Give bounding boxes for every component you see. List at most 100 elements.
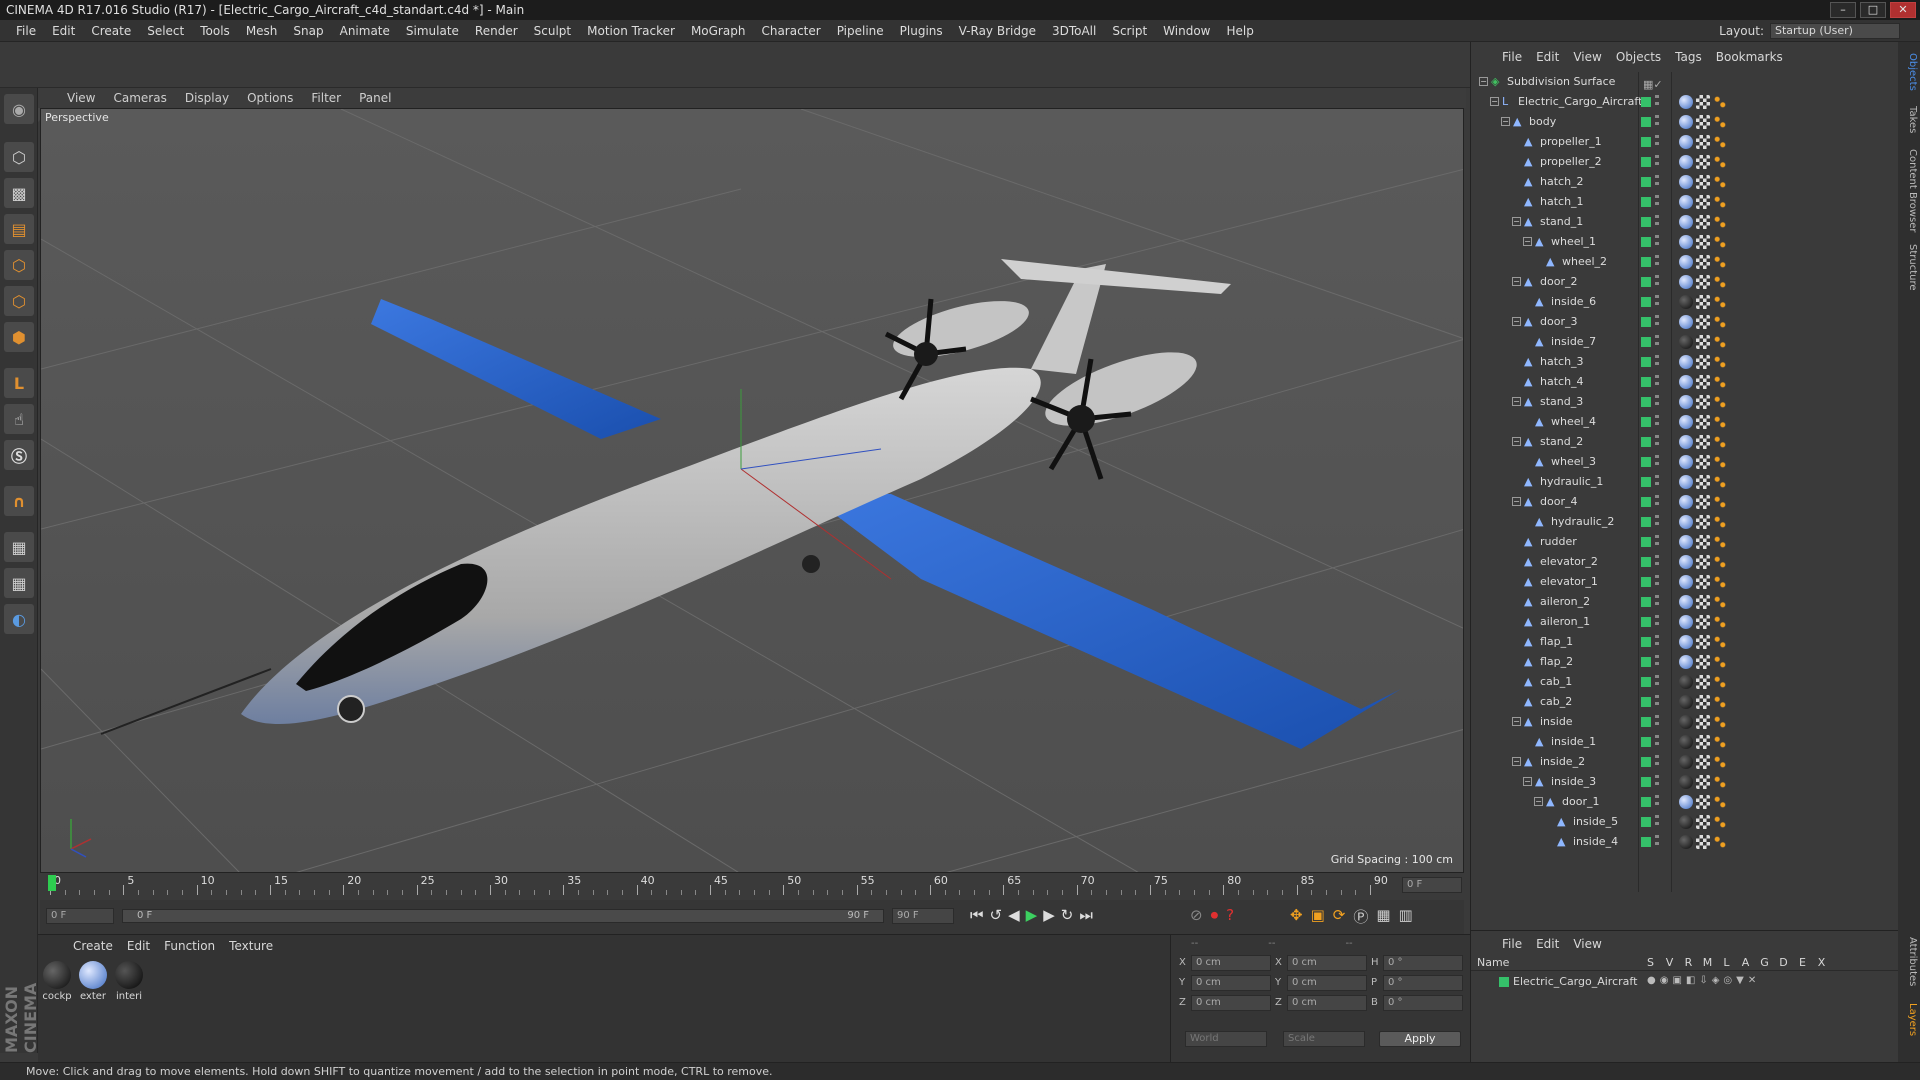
material-tag-icon[interactable]: [1679, 575, 1693, 589]
texture-tag-icon[interactable]: [1696, 715, 1710, 729]
layer-menu-edit[interactable]: Edit: [1529, 937, 1566, 951]
object-row[interactable]: ▲ elevator_2: [1471, 552, 1899, 572]
points-mode-icon[interactable]: ⬡: [4, 250, 34, 280]
layer-flag-icons[interactable]: ●◉▣◧⇩◈◎▼✕: [1647, 975, 1760, 986]
texture-tag-icon[interactable]: [1696, 835, 1710, 849]
end-frame-field[interactable]: 90 F: [892, 908, 954, 924]
phong-tag-icon[interactable]: [1713, 495, 1727, 509]
tweak-mode-icon[interactable]: ☝: [4, 404, 34, 434]
object-name[interactable]: hydraulic_1: [1540, 472, 1603, 492]
object-row[interactable]: − ▲ inside_3: [1471, 772, 1899, 792]
material-tag-icon[interactable]: [1679, 695, 1693, 709]
phong-tag-icon[interactable]: [1713, 155, 1727, 169]
visibility-dots-icon[interactable]: [1655, 255, 1659, 269]
texture-tag-icon[interactable]: [1696, 375, 1710, 389]
object-name[interactable]: inside_5: [1573, 812, 1618, 832]
phong-tag-icon[interactable]: [1713, 295, 1727, 309]
object-row[interactable]: − ▲ wheel_1: [1471, 232, 1899, 252]
object-name[interactable]: wheel_3: [1551, 452, 1596, 472]
object-row[interactable]: ▲ cab_2: [1471, 692, 1899, 712]
layer-color-swatch[interactable]: [1641, 757, 1651, 767]
layer-color-swatch[interactable]: [1641, 817, 1651, 827]
object-name[interactable]: wheel_2: [1562, 252, 1607, 272]
viewport-menu-panel[interactable]: Panel: [350, 91, 400, 105]
material-tag-icon[interactable]: [1679, 755, 1693, 769]
polygons-mode-icon[interactable]: ⬢: [4, 322, 34, 352]
object-row[interactable]: − ▲ door_1: [1471, 792, 1899, 812]
texture-tag-icon[interactable]: [1696, 95, 1710, 109]
visibility-dots-icon[interactable]: [1655, 315, 1659, 329]
layer-color-swatch[interactable]: [1641, 497, 1651, 507]
layer-color-swatch[interactable]: [1641, 97, 1651, 107]
texture-tag-icon[interactable]: [1696, 415, 1710, 429]
phong-tag-icon[interactable]: [1713, 475, 1727, 489]
material-tag-icon[interactable]: [1679, 675, 1693, 689]
object-row[interactable]: ▲ hatch_1: [1471, 192, 1899, 212]
goto-start-icon[interactable]: ⏮: [970, 906, 984, 924]
object-row[interactable]: ▲ inside_5: [1471, 812, 1899, 832]
phong-tag-icon[interactable]: [1713, 815, 1727, 829]
material-tag-icon[interactable]: [1679, 535, 1693, 549]
material-swatch[interactable]: cockp: [42, 961, 72, 1002]
material-menu-edit[interactable]: Edit: [120, 939, 157, 953]
expand-toggle-icon[interactable]: −: [1479, 77, 1488, 86]
texture-tag-icon[interactable]: [1696, 175, 1710, 189]
object-name[interactable]: inside_6: [1551, 292, 1596, 312]
visibility-dots-icon[interactable]: [1655, 335, 1659, 349]
object-name[interactable]: propeller_2: [1540, 152, 1602, 172]
expand-toggle-icon[interactable]: −: [1534, 797, 1543, 806]
tab-content-browser[interactable]: Content Browser: [1900, 146, 1918, 236]
menu-snap[interactable]: Snap: [285, 24, 331, 38]
next-frame-icon[interactable]: ▶: [1043, 906, 1055, 924]
viewport-perspective[interactable]: Perspective Grid Spacing : 100 cm ✥ ⇕ ⟲ …: [40, 108, 1464, 873]
object-name[interactable]: door_3: [1540, 312, 1577, 332]
layer-color-swatch[interactable]: [1641, 277, 1651, 287]
menu-edit[interactable]: Edit: [44, 24, 83, 38]
layer-color-swatch[interactable]: [1641, 597, 1651, 607]
texture-tag-icon[interactable]: [1696, 775, 1710, 789]
tab-layers[interactable]: Layers: [1900, 1000, 1918, 1040]
material-tag-icon[interactable]: [1679, 635, 1693, 649]
object-name[interactable]: Electric_Cargo_Aircraft: [1518, 92, 1642, 112]
layer-color-swatch[interactable]: [1641, 657, 1651, 667]
layer-color-swatch[interactable]: [1641, 177, 1651, 187]
range-slider[interactable]: 0 F 90 F: [122, 909, 884, 923]
menu-sculpt[interactable]: Sculpt: [526, 24, 579, 38]
object-name[interactable]: hatch_2: [1540, 172, 1584, 192]
visibility-dots-icon[interactable]: [1655, 495, 1659, 509]
autokey-icon[interactable]: ?: [1226, 906, 1234, 924]
expand-toggle-icon[interactable]: −: [1512, 277, 1521, 286]
object-menu-file[interactable]: File: [1495, 50, 1529, 64]
phong-tag-icon[interactable]: [1713, 395, 1727, 409]
layer-color-swatch[interactable]: [1641, 197, 1651, 207]
object-name[interactable]: elevator_2: [1540, 552, 1598, 572]
object-menu-tags[interactable]: Tags: [1668, 50, 1709, 64]
layer-color-swatch[interactable]: [1641, 557, 1651, 567]
visibility-dots-icon[interactable]: [1655, 615, 1659, 629]
object-name[interactable]: flap_2: [1540, 652, 1573, 672]
menu-mesh[interactable]: Mesh: [238, 24, 286, 38]
phong-tag-icon[interactable]: [1713, 575, 1727, 589]
expand-toggle-icon[interactable]: −: [1523, 777, 1532, 786]
phong-tag-icon[interactable]: [1713, 715, 1727, 729]
layer-color-swatch[interactable]: [1641, 257, 1651, 267]
object-name[interactable]: flap_1: [1540, 632, 1573, 652]
layer-color-swatch[interactable]: [1499, 977, 1509, 987]
expand-toggle-icon[interactable]: −: [1512, 757, 1521, 766]
object-row[interactable]: − ▲ stand_3: [1471, 392, 1899, 412]
layer-color-swatch[interactable]: [1641, 317, 1651, 327]
texture-tag-icon[interactable]: [1696, 235, 1710, 249]
coord-value-field[interactable]: 0 cm: [1191, 995, 1271, 1011]
record-keys-icon[interactable]: ⏺: [1211, 906, 1219, 924]
material-tag-icon[interactable]: [1679, 375, 1693, 389]
phong-tag-icon[interactable]: [1713, 415, 1727, 429]
viewport-menu-display[interactable]: Display: [176, 91, 238, 105]
texture-tag-icon[interactable]: [1696, 435, 1710, 449]
motion-record-icon[interactable]: ⊘: [1190, 906, 1203, 924]
coord-value-field[interactable]: 0 °: [1383, 975, 1463, 991]
phong-tag-icon[interactable]: [1713, 375, 1727, 389]
visibility-dots-icon[interactable]: [1655, 395, 1659, 409]
phong-tag-icon[interactable]: [1713, 215, 1727, 229]
material-tag-icon[interactable]: [1679, 515, 1693, 529]
minimize-button[interactable]: –: [1830, 2, 1856, 18]
